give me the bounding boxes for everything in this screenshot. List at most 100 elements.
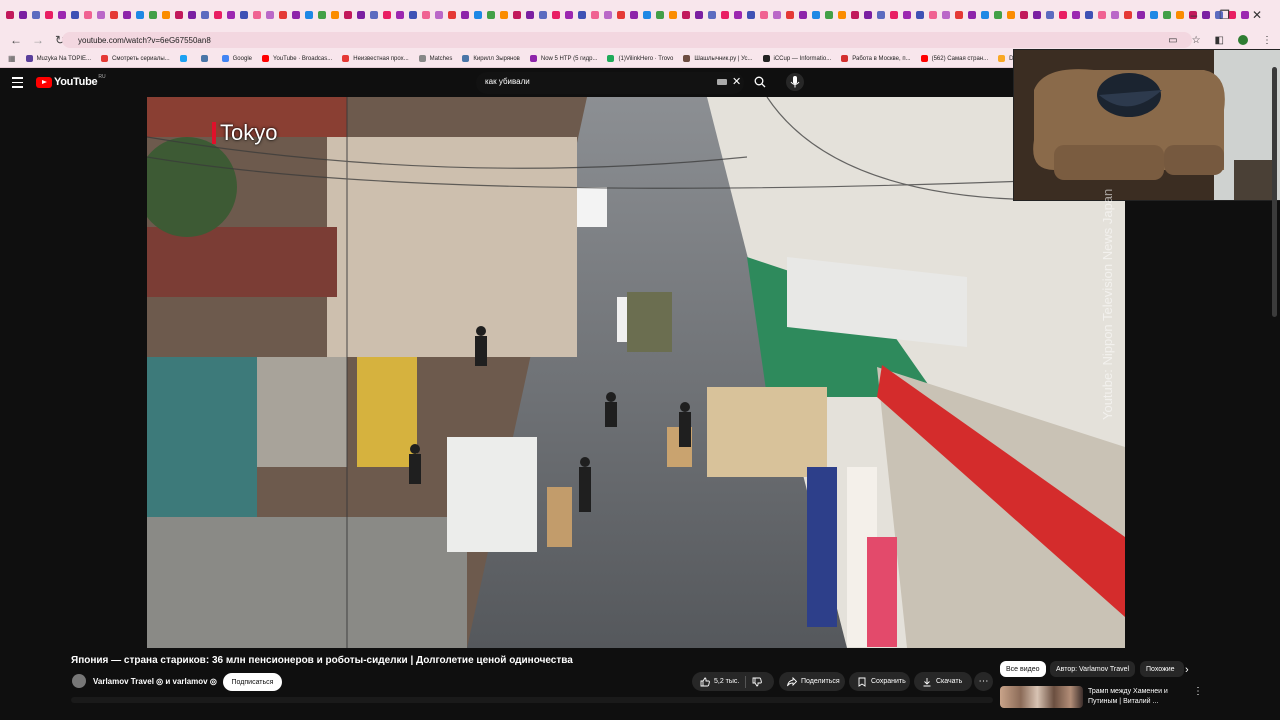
bookmark-item[interactable]: Now 5 HTP (5 гидр... — [529, 55, 597, 62]
bookmark-item[interactable]: Muzyka Na TOPIE... — [25, 55, 91, 62]
tab-favicon-icon[interactable] — [903, 11, 911, 19]
page-scrollbar[interactable] — [1272, 67, 1277, 317]
tab-favicon-icon[interactable] — [240, 11, 248, 19]
close-window-button[interactable]: ✕ — [1252, 8, 1262, 22]
tab-favicon-icon[interactable] — [682, 11, 690, 19]
bookmark-item[interactable]: Google — [221, 55, 252, 62]
share-button[interactable]: Поделиться — [779, 672, 845, 691]
tab-favicon-icon[interactable] — [487, 11, 495, 19]
browser-menu-icon[interactable]: ⋮ — [1262, 35, 1272, 46]
bookmark-item[interactable]: Matches — [418, 55, 452, 62]
video-player[interactable] — [147, 97, 1125, 648]
tab-favicon-icon[interactable] — [97, 11, 105, 19]
tab-favicon-icon[interactable] — [32, 11, 40, 19]
tab-favicon-icon[interactable] — [721, 11, 729, 19]
tab-favicon-icon[interactable] — [1085, 11, 1093, 19]
tab-favicon-icon[interactable] — [890, 11, 898, 19]
tab-favicon-icon[interactable] — [227, 11, 235, 19]
tab-favicon-icon[interactable] — [422, 11, 430, 19]
tab-favicon-icon[interactable] — [149, 11, 157, 19]
tab-favicon-icon[interactable] — [19, 11, 27, 19]
tab-favicon-icon[interactable] — [955, 11, 963, 19]
tab-favicon-icon[interactable] — [396, 11, 404, 19]
bookmark-item[interactable]: (562) Самая стран... — [920, 55, 988, 62]
tab-favicon-icon[interactable] — [435, 11, 443, 19]
back-icon[interactable]: ← — [10, 33, 22, 47]
tab-favicons[interactable] — [0, 11, 1252, 19]
tab-favicon-icon[interactable] — [1098, 11, 1106, 19]
bookmark-item[interactable]: Неизвестная прох... — [342, 55, 409, 62]
chip-similar[interactable]: Похожие — [1140, 661, 1184, 677]
tab-favicon-icon[interactable] — [162, 11, 170, 19]
dislike-icon[interactable] — [752, 677, 763, 687]
tab-favicon-icon[interactable] — [1176, 11, 1184, 19]
recommended-video-title[interactable]: Трамп между Хаменеи и Путиным | Виталий … — [1088, 687, 1183, 707]
tab-favicon-icon[interactable] — [864, 11, 872, 19]
tab-favicon-icon[interactable] — [1124, 11, 1132, 19]
tab-favicon-icon[interactable] — [630, 11, 638, 19]
tab-favicon-icon[interactable] — [669, 11, 677, 19]
apps-icon[interactable]: ▦ — [8, 54, 16, 63]
tab-favicon-icon[interactable] — [1020, 11, 1028, 19]
bookmark-item[interactable]: Кирилл Зырянов — [462, 55, 520, 62]
tab-favicon-icon[interactable] — [123, 11, 131, 19]
tab-favicon-icon[interactable] — [760, 11, 768, 19]
bookmark-item[interactable]: iCCup — Informatio... — [762, 55, 831, 62]
tab-favicon-icon[interactable] — [539, 11, 547, 19]
more-actions-button[interactable]: ⋯ — [974, 672, 993, 691]
minimize-button[interactable]: – — [1190, 8, 1197, 22]
channel-avatar[interactable] — [72, 674, 86, 688]
youtube-logo[interactable]: YouTube RU — [36, 74, 106, 88]
tab-favicon-icon[interactable] — [188, 11, 196, 19]
search-icon[interactable] — [754, 76, 766, 88]
tab-favicon-icon[interactable] — [916, 11, 924, 19]
tab-favicon-icon[interactable] — [136, 11, 144, 19]
tab-favicon-icon[interactable] — [1007, 11, 1015, 19]
tab-favicon-icon[interactable] — [578, 11, 586, 19]
tab-favicon-icon[interactable] — [851, 11, 859, 19]
tab-favicon-icon[interactable] — [279, 11, 287, 19]
tab-favicon-icon[interactable] — [942, 11, 950, 19]
tab-favicon-icon[interactable] — [1163, 11, 1171, 19]
subscribe-button[interactable]: Подписаться — [223, 673, 282, 691]
tab-favicon-icon[interactable] — [110, 11, 118, 19]
tab-favicon-icon[interactable] — [1137, 11, 1145, 19]
tab-favicon-icon[interactable] — [292, 11, 300, 19]
tab-favicon-icon[interactable] — [799, 11, 807, 19]
tab-favicon-icon[interactable] — [708, 11, 716, 19]
tab-favicon-icon[interactable] — [552, 11, 560, 19]
tab-favicon-icon[interactable] — [383, 11, 391, 19]
tab-favicon-icon[interactable] — [929, 11, 937, 19]
tab-favicon-icon[interactable] — [409, 11, 417, 19]
bookmark-item[interactable]: (1)VilinkHero · Trovo — [607, 55, 673, 62]
tab-favicon-icon[interactable] — [604, 11, 612, 19]
chips-next-arrow-icon[interactable]: › — [1185, 664, 1189, 676]
tab-favicon-icon[interactable] — [305, 11, 313, 19]
channel-name[interactable]: Varlamov Travel ◎ и varlamov ◎ — [93, 677, 217, 686]
tab-favicon-icon[interactable] — [1111, 11, 1119, 19]
like-count[interactable]: 5,2 тыс. — [714, 678, 739, 685]
tab-favicon-icon[interactable] — [214, 11, 222, 19]
tab-favicon-icon[interactable] — [812, 11, 820, 19]
tab-favicon-icon[interactable] — [877, 11, 885, 19]
tab-favicon-icon[interactable] — [734, 11, 742, 19]
tab-favicon-icon[interactable] — [773, 11, 781, 19]
tab-favicon-icon[interactable] — [513, 11, 521, 19]
tab-favicon-icon[interactable] — [6, 11, 14, 19]
tab-favicon-icon[interactable] — [357, 11, 365, 19]
tab-favicon-icon[interactable] — [1046, 11, 1054, 19]
bookmark-item[interactable]: Смотреть сериалы... — [101, 55, 170, 62]
download-button[interactable]: Скачать — [914, 672, 972, 691]
recommended-video-thumbnail[interactable] — [1000, 686, 1083, 708]
tab-favicon-icon[interactable] — [656, 11, 664, 19]
tab-favicon-icon[interactable] — [1150, 11, 1158, 19]
tab-favicon-icon[interactable] — [84, 11, 92, 19]
cast-icon[interactable]: ▭ — [1168, 35, 1177, 46]
tab-favicon-icon[interactable] — [344, 11, 352, 19]
tab-favicon-icon[interactable] — [370, 11, 378, 19]
tab-favicon-icon[interactable] — [786, 11, 794, 19]
tab-favicon-icon[interactable] — [266, 11, 274, 19]
tab-favicon-icon[interactable] — [617, 11, 625, 19]
tab-favicon-icon[interactable] — [71, 11, 79, 19]
tab-favicon-icon[interactable] — [981, 11, 989, 19]
